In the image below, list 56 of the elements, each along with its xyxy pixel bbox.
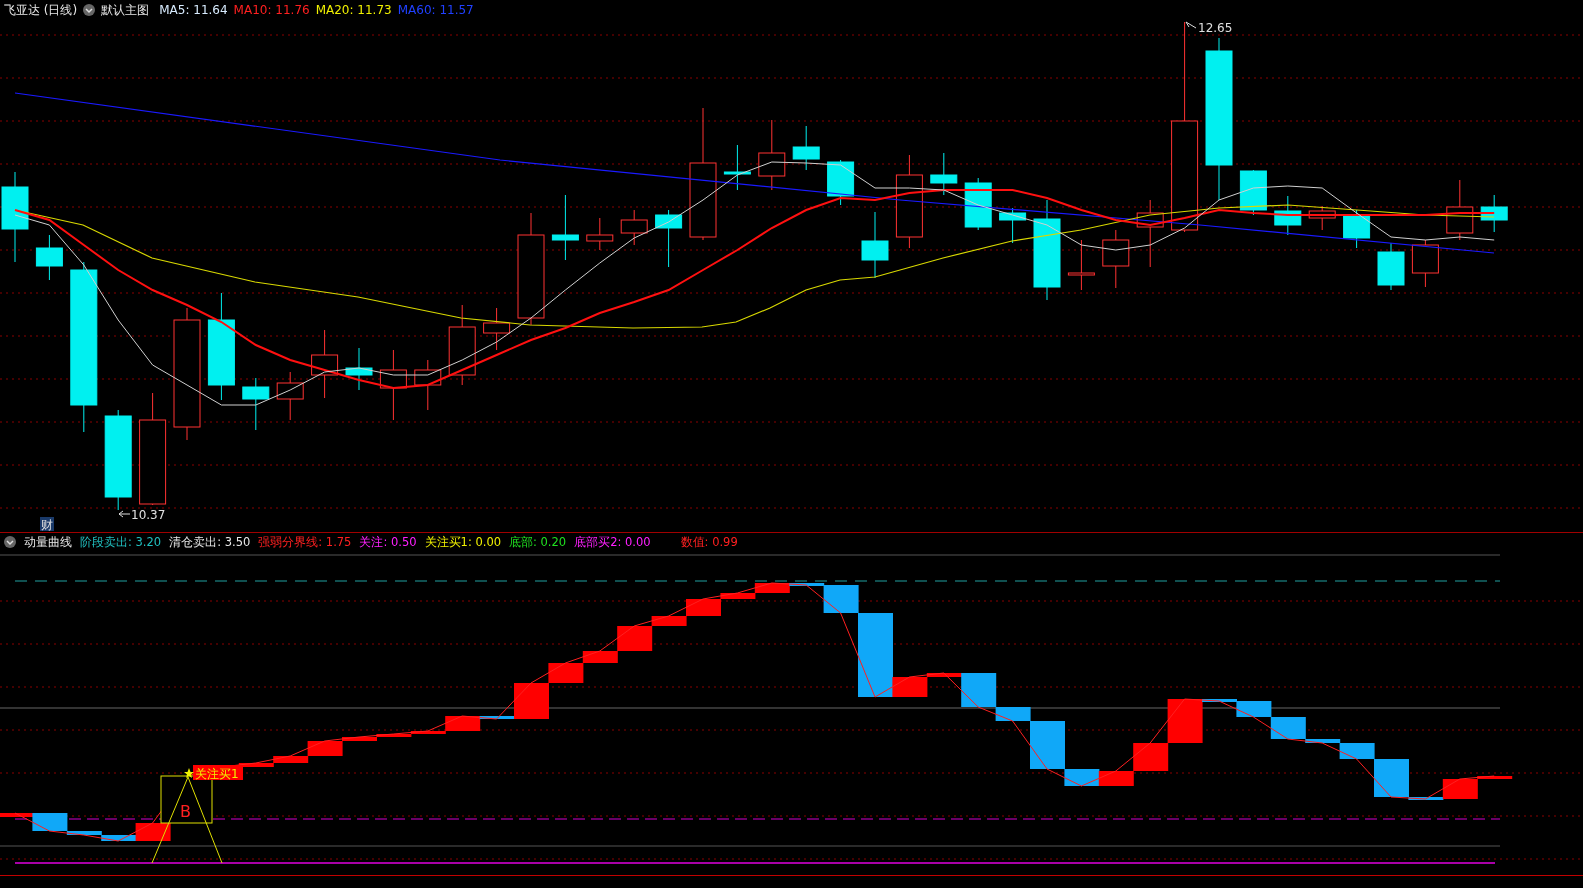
ma-value: MA10: 11.76 bbox=[233, 3, 310, 17]
ma-value: MA20: 11.73 bbox=[315, 3, 392, 17]
candlestick bbox=[311, 329, 339, 399]
candlestick bbox=[1446, 179, 1474, 241]
indicator-value: 底部买2: 0.00 bbox=[574, 534, 651, 550]
star-icon bbox=[184, 768, 194, 778]
candlestick bbox=[1067, 239, 1095, 291]
low-price-label: 10.37 bbox=[131, 508, 166, 522]
candlestick bbox=[1377, 242, 1405, 291]
candlestick bbox=[1274, 195, 1302, 236]
candlestick bbox=[414, 359, 442, 411]
candlestick bbox=[1411, 239, 1439, 288]
candlestick bbox=[999, 207, 1027, 244]
candlestick bbox=[276, 371, 304, 421]
ma-value: MA60: 11.57 bbox=[397, 3, 474, 17]
leader-line bbox=[118, 510, 131, 518]
buy-marker: B bbox=[180, 802, 191, 821]
candlestick bbox=[1480, 194, 1508, 233]
candlestick bbox=[930, 152, 958, 196]
indicator-value: 阶段卖出: 3.20 bbox=[80, 534, 162, 550]
candlestick bbox=[35, 234, 63, 281]
candlestick bbox=[242, 377, 270, 431]
finance-badge[interactable]: 财 bbox=[40, 517, 54, 532]
candlestick bbox=[964, 177, 992, 231]
candlestick bbox=[379, 349, 407, 421]
candlestick bbox=[723, 144, 751, 191]
candlestick bbox=[758, 119, 786, 191]
candlestick bbox=[620, 209, 648, 246]
candlestick bbox=[1102, 229, 1130, 289]
template-name[interactable]: 默认主图 bbox=[101, 1, 150, 19]
dropdown-icon[interactable] bbox=[4, 536, 16, 548]
indicator-value: 强弱分界线: 1.75 bbox=[258, 534, 352, 550]
candlestick bbox=[1308, 205, 1336, 231]
candlestick bbox=[1136, 199, 1164, 268]
candlestick bbox=[827, 159, 855, 206]
indicator-value: 关注买1: 0.00 bbox=[424, 534, 501, 550]
candlestick bbox=[861, 211, 889, 279]
high-price-label: 12.65 bbox=[1198, 21, 1233, 35]
candlestick bbox=[551, 194, 579, 261]
candlestick bbox=[586, 217, 614, 251]
candlestick bbox=[345, 347, 373, 391]
indicator-title[interactable]: 动量曲线 bbox=[24, 534, 72, 550]
signal-label: 关注买1 bbox=[193, 765, 243, 781]
indicator-value: 底部: 0.20 bbox=[509, 534, 567, 550]
ma-value: MA5: 11.64 bbox=[159, 3, 228, 17]
candlestick bbox=[483, 307, 511, 351]
leader-line bbox=[1185, 21, 1197, 29]
candlestick bbox=[1239, 169, 1267, 216]
candlestick bbox=[655, 209, 683, 268]
indicator-value: 清仓卖出: 3.50 bbox=[169, 534, 251, 550]
indicator-value: 关注: 0.50 bbox=[359, 534, 417, 550]
candlestick bbox=[792, 125, 820, 171]
stock-title: 飞亚达 (日线) bbox=[4, 1, 78, 19]
dropdown-icon[interactable] bbox=[83, 4, 96, 16]
indicator-value: 数值: 0.99 bbox=[680, 534, 738, 550]
candlestick bbox=[1343, 209, 1371, 249]
